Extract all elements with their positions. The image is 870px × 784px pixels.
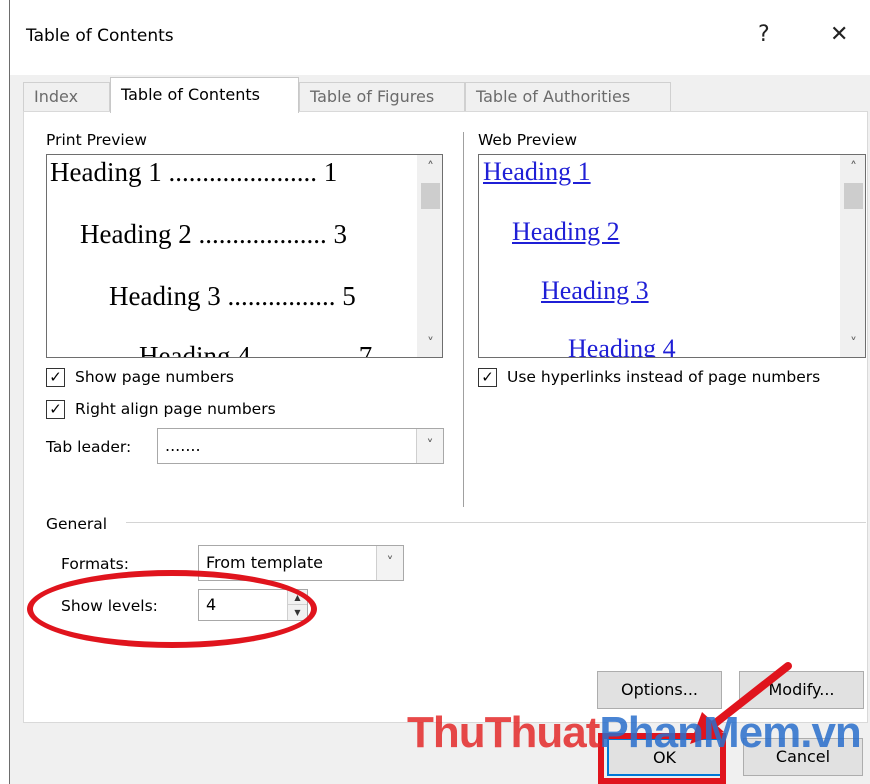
- title-bar: Table of Contents ? ✕: [10, 0, 870, 75]
- print-leader-2: ...................: [198, 219, 327, 249]
- tab-table-of-contents[interactable]: Table of Contents: [110, 77, 299, 113]
- web-preview-scrollbar[interactable]: ˄ ˅: [840, 155, 865, 357]
- preview-divider: [463, 132, 464, 507]
- print-preview-label: Print Preview: [46, 131, 147, 149]
- formats-label: Formats:: [61, 555, 129, 573]
- print-preview-line-1: Heading 1 ...................... 1: [50, 157, 337, 188]
- tab-leader-label: Tab leader:: [46, 438, 132, 456]
- scroll-thumb[interactable]: [421, 183, 440, 209]
- general-group-label: General: [46, 515, 108, 533]
- scroll-down-icon[interactable]: ˅: [841, 333, 865, 355]
- tab-index[interactable]: Index: [23, 82, 110, 112]
- tab-table-of-authorities-label: Table of Authorities: [476, 87, 631, 106]
- tab-leader-select[interactable]: ....... ˅: [157, 428, 444, 464]
- tab-table-of-authorities[interactable]: Table of Authorities: [465, 82, 671, 112]
- print-heading-3: Heading 3: [109, 281, 221, 311]
- print-leader-4: ..............: [257, 341, 352, 358]
- show-page-numbers-checkbox[interactable]: ✓: [46, 368, 65, 387]
- chevron-down-icon[interactable]: ˅: [416, 429, 443, 463]
- print-leader-1: ......................: [168, 157, 317, 187]
- print-preview-line-3: Heading 3 ................ 5: [109, 281, 356, 312]
- use-hyperlinks-checkbox[interactable]: ✓: [478, 368, 497, 387]
- web-heading-2[interactable]: Heading 2: [512, 217, 620, 247]
- general-group-line: [126, 522, 866, 523]
- web-heading-4[interactable]: Heading 4: [568, 334, 676, 357]
- watermark-logo: ThuThuatPhanMem.vn: [407, 708, 862, 758]
- right-align-label[interactable]: Right align page numbers: [75, 400, 276, 418]
- print-heading-4: Heading 4: [139, 341, 251, 358]
- scroll-up-icon[interactable]: ˄: [841, 157, 865, 179]
- print-leader-3: ................: [227, 281, 336, 311]
- web-heading-3[interactable]: Heading 3: [541, 276, 649, 306]
- tab-index-label: Index: [34, 87, 79, 106]
- tab-table-of-contents-label: Table of Contents: [121, 85, 260, 104]
- print-heading-1: Heading 1: [50, 157, 162, 187]
- print-page-4: 7: [358, 341, 373, 358]
- print-page-3: 5: [342, 281, 356, 311]
- right-align-checkbox[interactable]: ✓: [46, 400, 65, 419]
- tab-table-of-figures-label: Table of Figures: [310, 87, 435, 106]
- scroll-up-icon[interactable]: ˄: [418, 157, 442, 179]
- web-heading-1[interactable]: Heading 1: [483, 157, 591, 187]
- formats-value: From template: [206, 553, 323, 572]
- print-preview-scrollbar[interactable]: ˄ ˅: [417, 155, 442, 357]
- print-preview-line-2: Heading 2 ................... 3: [80, 219, 347, 250]
- use-hyperlinks-label[interactable]: Use hyperlinks instead of page numbers: [507, 368, 820, 386]
- chevron-down-icon[interactable]: ˅: [376, 546, 403, 580]
- close-button[interactable]: ✕: [830, 22, 848, 47]
- print-heading-2: Heading 2: [80, 219, 192, 249]
- print-preview-box[interactable]: Heading 1 ...................... 1 Headi…: [46, 154, 443, 358]
- dialog-title: Table of Contents: [26, 26, 174, 46]
- tab-table-of-figures[interactable]: Table of Figures: [299, 82, 465, 112]
- scroll-down-icon[interactable]: ˅: [418, 333, 442, 355]
- web-preview-label: Web Preview: [478, 131, 578, 149]
- web-preview-box[interactable]: Heading 1 Heading 2 Heading 3 Heading 4 …: [478, 154, 866, 358]
- scroll-thumb[interactable]: [844, 183, 863, 209]
- help-button[interactable]: ?: [758, 22, 770, 47]
- print-page-2: 3: [333, 219, 347, 249]
- watermark-part-1: ThuThuat: [407, 708, 600, 757]
- show-page-numbers-label[interactable]: Show page numbers: [75, 368, 234, 386]
- watermark-part-3: .vn: [800, 708, 862, 757]
- watermark-part-2: PhanMem: [599, 708, 801, 757]
- print-page-1: 1: [323, 157, 338, 187]
- print-preview-line-4: Heading 4 .............. 7: [139, 341, 373, 358]
- highlight-ellipse-show-levels: [27, 570, 317, 648]
- tab-leader-value: .......: [165, 436, 201, 455]
